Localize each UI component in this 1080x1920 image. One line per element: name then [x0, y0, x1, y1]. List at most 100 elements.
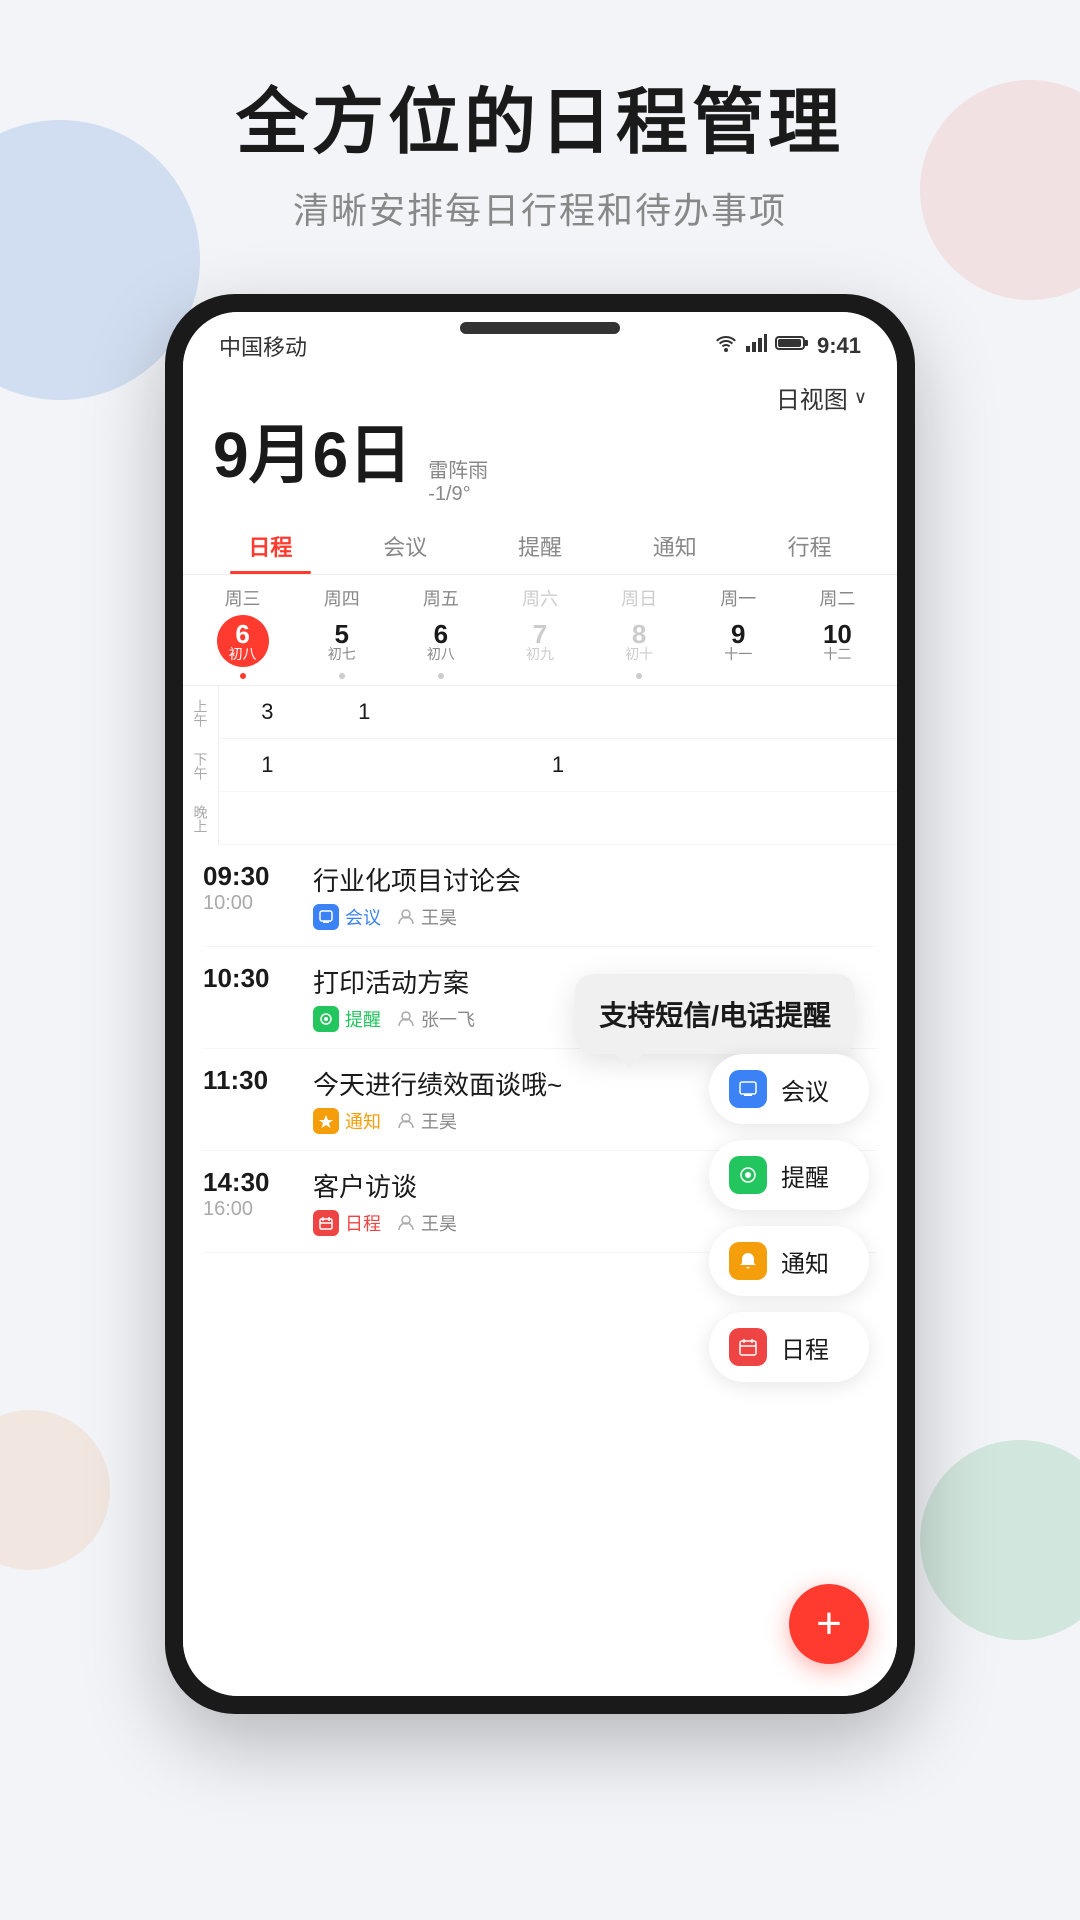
event-cell-0-5 — [703, 686, 800, 738]
sched-time-4: 14:30 16:00 — [203, 1167, 293, 1221]
event-cell-1-5 — [703, 739, 800, 791]
reminder-icon — [313, 1006, 339, 1032]
side-label-afternoon: 下午 — [183, 739, 218, 792]
phone-frame: 中国移动 9:41 — [165, 294, 915, 1714]
phone-notch — [460, 322, 620, 334]
cal-date-9[interactable]: 9 十一 — [712, 615, 764, 667]
list-item[interactable]: 09:30 10:00 行业化项目讨论会 会议 — [203, 845, 877, 947]
calendar-week: 周三 6 初八 周四 5 初七 — [183, 575, 897, 679]
event-cell-2-0 — [219, 792, 316, 844]
event-row-0: 3 1 — [219, 686, 897, 739]
quick-btn-meeting[interactable]: 会议 — [709, 1054, 869, 1124]
popup-bubble: 支持短信/电话提醒 — [575, 974, 855, 1054]
cal-day-wed[interactable]: 周三 6 初八 — [193, 585, 292, 679]
cal-day-sun[interactable]: 周日 8 初十 — [590, 585, 689, 679]
sched-time-2: 10:30 — [203, 963, 293, 994]
fab-add-button[interactable]: + — [789, 1584, 869, 1664]
event-cell-1-1 — [316, 739, 413, 791]
event-cell-0-0: 3 — [219, 686, 316, 738]
quick-notify-icon — [729, 1242, 767, 1280]
cal-day-thu[interactable]: 周四 5 初七 — [292, 585, 391, 679]
tab-itinerary[interactable]: 行程 — [742, 518, 877, 574]
event-cell-2-6 — [800, 792, 897, 844]
cal-dot-1 — [339, 673, 345, 679]
event-cell-0-4 — [606, 686, 703, 738]
quick-schedule-icon — [729, 1328, 767, 1366]
meeting-icon — [313, 904, 339, 930]
status-bar: 中国移动 9:41 — [183, 312, 897, 370]
quick-btn-schedule[interactable]: 日程 — [709, 1312, 869, 1382]
side-label-morning: 上午 — [183, 686, 218, 739]
tabs: 日程 会议 提醒 通知 行程 — [183, 518, 897, 575]
cal-date-10[interactable]: 10 十二 — [811, 615, 863, 667]
phone-wrapper: 中国移动 9:41 — [0, 294, 1080, 1714]
cal-date-today[interactable]: 6 初八 — [217, 615, 269, 667]
quick-meeting-icon — [729, 1070, 767, 1108]
side-label-evening: 晚上 — [183, 792, 218, 845]
weather-desc: 雷阵雨 — [428, 454, 488, 483]
event-cell-2-2 — [413, 792, 510, 844]
cal-day-fri[interactable]: 周五 6 初八 — [391, 585, 490, 679]
cal-dot-2 — [438, 673, 444, 679]
date-display: 9月6日 — [213, 423, 412, 487]
sched-person-3: 王昊 — [397, 1108, 457, 1134]
chevron-down-icon: ∨ — [854, 387, 867, 408]
sched-person-2: 张一飞 — [397, 1006, 475, 1032]
signal-icon — [745, 334, 767, 358]
sched-time-1: 09:30 10:00 — [203, 861, 293, 915]
status-time: 9:41 — [817, 333, 861, 359]
tab-notify[interactable]: 通知 — [607, 518, 742, 574]
wifi-icon — [715, 334, 737, 358]
sched-type-badge-2: 提醒 — [313, 1006, 381, 1032]
sched-time-3: 11:30 — [203, 1065, 293, 1096]
notify-icon — [313, 1108, 339, 1134]
quick-btn-reminder[interactable]: 提醒 — [709, 1140, 869, 1210]
tab-schedule[interactable]: 日程 — [203, 518, 338, 574]
view-selector[interactable]: 日视图 ∨ — [776, 380, 867, 415]
cal-date-6[interactable]: 6 初八 — [415, 615, 467, 667]
event-cell-1-4 — [606, 739, 703, 791]
promo-header: 全方位的日程管理 清晰安排每日行程和待办事项 — [0, 0, 1080, 274]
cal-dot-empty-5 — [735, 671, 741, 677]
status-carrier: 中国移动 — [219, 330, 307, 362]
event-cell-2-3 — [510, 792, 607, 844]
promo-title: 全方位的日程管理 — [0, 80, 1080, 166]
event-cell-1-6 — [800, 739, 897, 791]
event-cell-0-2 — [413, 686, 510, 738]
cal-date-5[interactable]: 5 初七 — [316, 615, 368, 667]
event-row-1: 1 1 — [219, 739, 897, 792]
top-bar: 日视图 ∨ — [183, 370, 897, 419]
event-cell-1-2 — [413, 739, 510, 791]
cal-day-tue[interactable]: 周二 10 十二 — [788, 585, 887, 679]
sched-detail-1: 行业化项目讨论会 会议 王昊 — [313, 861, 877, 930]
schedule-icon — [313, 1210, 339, 1236]
sched-meta-1: 会议 王昊 — [313, 904, 877, 930]
cal-date-8[interactable]: 8 初十 — [613, 615, 665, 667]
status-icons: 9:41 — [715, 333, 861, 359]
quick-btn-notify[interactable]: 通知 — [709, 1226, 869, 1296]
event-cell-1-3: 1 — [510, 739, 607, 791]
sched-person-1: 王昊 — [397, 904, 457, 930]
sched-type-badge-4: 日程 — [313, 1210, 381, 1236]
tab-meeting[interactable]: 会议 — [338, 518, 473, 574]
weather-temp: -1/9° — [428, 483, 488, 506]
cal-day-sat[interactable]: 周六 7 初九 — [490, 585, 589, 679]
event-cell-0-6 — [800, 686, 897, 738]
event-count-grid: 3 1 1 1 — [219, 686, 897, 845]
battery-icon — [775, 334, 809, 358]
cal-dot-empty-6 — [834, 671, 840, 677]
event-cell-0-3 — [510, 686, 607, 738]
side-label-col: 上午 下午 晚上 — [183, 686, 219, 845]
event-cell-1-0: 1 — [219, 739, 316, 791]
weather-info: 雷阵雨 -1/9° — [428, 454, 488, 506]
event-cell-2-1 — [316, 792, 413, 844]
event-grid: 上午 下午 晚上 3 1 — [183, 685, 897, 845]
cal-dot-4 — [636, 673, 642, 679]
event-row-2 — [219, 792, 897, 845]
tab-reminder[interactable]: 提醒 — [473, 518, 608, 574]
sched-person-4: 王昊 — [397, 1210, 457, 1236]
cal-day-mon[interactable]: 周一 9 十一 — [689, 585, 788, 679]
cal-date-7[interactable]: 7 初九 — [514, 615, 566, 667]
event-cell-2-5 — [703, 792, 800, 844]
event-cell-2-4 — [606, 792, 703, 844]
